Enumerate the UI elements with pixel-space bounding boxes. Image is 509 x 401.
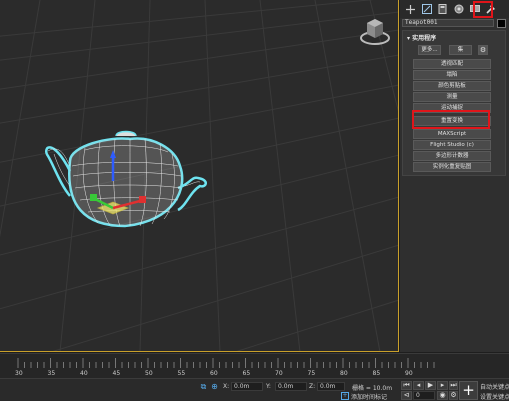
configure-sets-icon[interactable]: ⚙ xyxy=(478,45,488,55)
next-frame-icon[interactable]: ▸ xyxy=(437,381,448,390)
utility-measure-button[interactable]: 测量 xyxy=(413,92,491,102)
timeline-tick-label: 75 xyxy=(307,370,316,377)
hierarchy-icon[interactable] xyxy=(436,3,449,15)
status-bar: ⧉ ⊕ X: 0.0m Y: 0.0m Z: 0.0m 栅格 = 10.0m +… xyxy=(0,378,509,401)
timeline-tick-label: 30 xyxy=(15,370,23,377)
more-button[interactable]: 更多... xyxy=(418,45,441,55)
utility-instance-duplicate-maps-button[interactable]: 实例化重复贴图 xyxy=(413,162,491,172)
utility-flight-studio-button[interactable]: Flight Studio (c) xyxy=(413,140,491,150)
add-time-tag-label[interactable]: 添加时间标记 xyxy=(351,392,387,401)
current-frame-field[interactable]: 0 xyxy=(413,391,435,400)
utilities-rollout: ▾ 实用程序 更多... 集 ⚙ 透视匹配 塌陷 颜色剪贴板 测量 运动捕捉 重… xyxy=(402,30,506,176)
utility-collapse-button[interactable]: 塌陷 xyxy=(413,70,491,80)
frame-spinner-icon[interactable]: ◉ xyxy=(437,391,448,400)
utility-polygon-counter-button[interactable]: 多边形计数器 xyxy=(413,151,491,161)
object-name-field[interactable]: Teapot001 xyxy=(402,19,494,27)
timeline-tick-label: 85 xyxy=(372,370,381,377)
rollout-title[interactable]: ▾ 实用程序 xyxy=(407,33,436,42)
timeline-tick-label: 60 xyxy=(210,370,218,377)
sets-button[interactable]: 集 xyxy=(449,45,472,55)
time-config-icon[interactable]: ⚙ xyxy=(449,391,458,400)
viewcube-icon[interactable] xyxy=(358,14,392,48)
set-key-button[interactable]: 设置关键点 xyxy=(480,392,509,401)
play-icon[interactable]: ▶ xyxy=(425,381,436,390)
timeline-tick-label: 70 xyxy=(275,370,283,377)
y-coordinate-field[interactable]: 0.0m xyxy=(275,382,307,391)
previous-frame-icon[interactable]: ◂ xyxy=(413,381,424,390)
timeline-tick-label: 65 xyxy=(242,370,251,377)
go-to-end-icon[interactable]: ⏭ xyxy=(449,381,458,390)
modify-icon[interactable] xyxy=(420,3,433,15)
add-time-tag-icon[interactable]: + xyxy=(341,392,349,400)
object-color-swatch[interactable] xyxy=(497,19,506,28)
absolute-mode-icon[interactable]: ⊕ xyxy=(210,382,219,391)
timeline-tick-label: 35 xyxy=(47,370,56,377)
z-coordinate-field[interactable]: 0.0m xyxy=(317,382,345,391)
x-coordinate-field[interactable]: 0.0m xyxy=(231,382,263,391)
timeline-track-bar[interactable]: 30 35 40 45 50 55 60 65 70 75 80 85 90 xyxy=(0,353,509,378)
z-label: Z: xyxy=(309,383,316,390)
selection-lock-icon[interactable]: ⧉ xyxy=(199,382,208,391)
timeline-ruler xyxy=(17,358,435,368)
timeline-tick-label: 45 xyxy=(112,370,121,377)
utility-perspective-match-button[interactable]: 透视匹配 xyxy=(413,59,491,69)
timeline-tick-label: 80 xyxy=(340,370,348,377)
utility-color-clipboard-button[interactable]: 颜色剪贴板 xyxy=(413,81,491,91)
reset-xform-highlight xyxy=(412,110,490,129)
auto-key-button[interactable]: 自动关键点 xyxy=(480,382,509,391)
timeline-tick-label: 55 xyxy=(177,370,186,377)
grid-size-label: 栅格 = 10.0m xyxy=(352,385,393,392)
motion-icon[interactable] xyxy=(452,3,465,15)
x-label: X: xyxy=(223,383,230,390)
timeline-tick-label: 50 xyxy=(145,370,153,377)
set-key-plus-button[interactable]: + xyxy=(459,381,478,400)
go-to-start-icon[interactable]: ⏮ xyxy=(401,381,412,390)
timeline-tick-label: 40 xyxy=(80,370,88,377)
timeline-tick-label: 90 xyxy=(405,370,413,377)
key-mode-icon[interactable]: ⊲ xyxy=(401,391,412,400)
perspective-viewport[interactable] xyxy=(0,0,399,352)
utility-maxscript-button[interactable]: MAXScript xyxy=(413,129,491,139)
plus-icon[interactable] xyxy=(404,3,417,15)
y-label: Y: xyxy=(266,383,271,390)
utilities-tab-highlight xyxy=(473,1,493,18)
teapot-object[interactable] xyxy=(40,126,215,236)
